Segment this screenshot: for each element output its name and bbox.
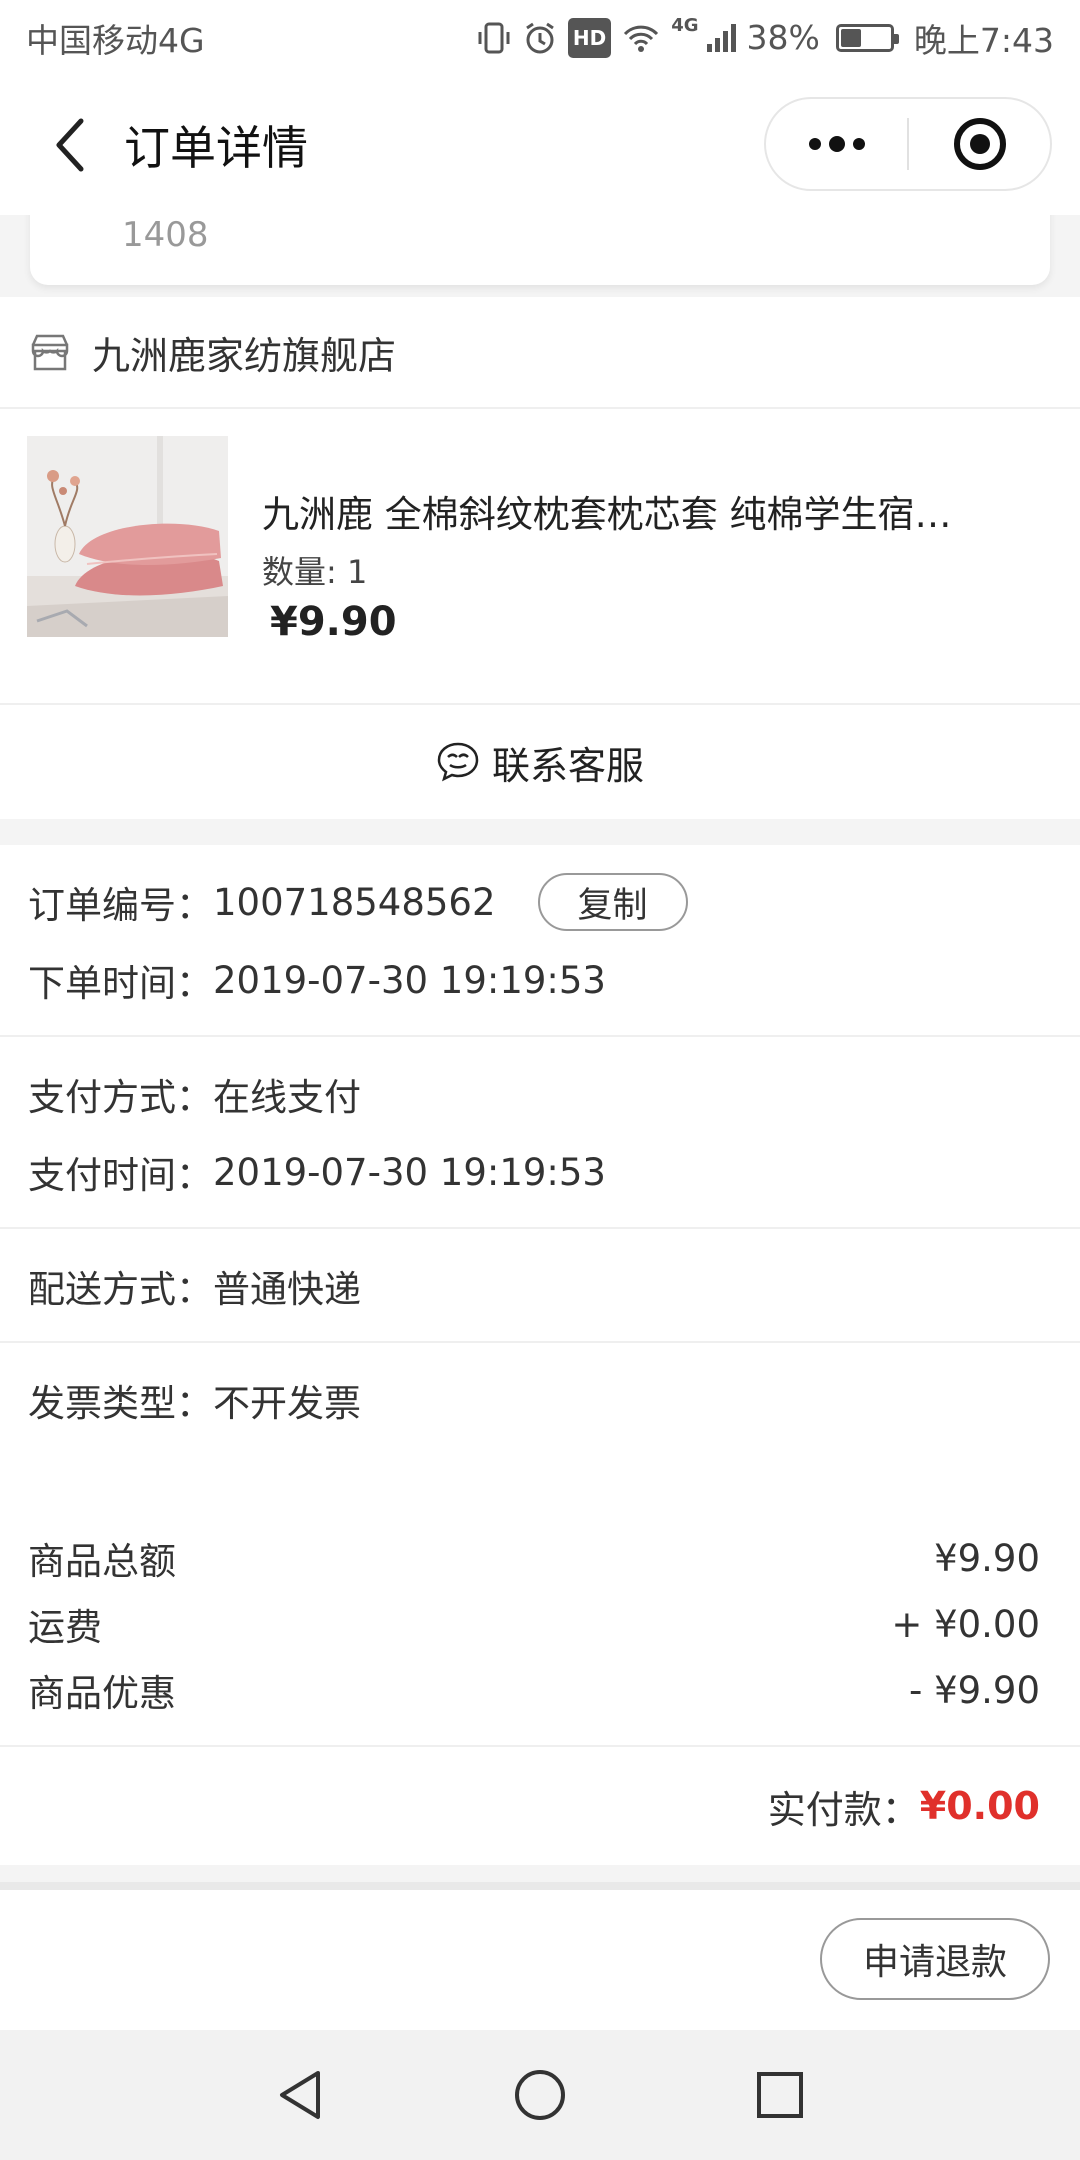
amount-list: 商品总额 ¥9.90 运费 + ¥0.00 商品优惠 - ¥9.90 [0, 1497, 1080, 1747]
chevron-left-icon [56, 118, 84, 172]
invoice-value: 不开发票 [213, 1382, 361, 1425]
copy-button[interactable]: 复制 [537, 873, 688, 931]
back-button[interactable] [36, 110, 106, 180]
battery-percent: 38% [746, 18, 820, 57]
freight-label: 运费 [28, 1606, 102, 1649]
triangle-back-icon [280, 2071, 320, 2119]
store-name: 九洲鹿家纺旗舰店 [92, 333, 397, 378]
discount-row: 商品优惠 - ¥9.90 [0, 1657, 1080, 1723]
battery-fill [840, 28, 861, 47]
more-button[interactable] [766, 99, 907, 189]
pay-time-row: 支付时间： 2019-07-30 19:19:53 [0, 1133, 1080, 1211]
order-basic-block: 订单编号： 100718548562 复制 下单时间： 2019-07-30 1… [0, 845, 1080, 1037]
system-nav-bar [0, 2030, 1080, 2160]
order-info-section: 订单编号： 100718548562 复制 下单时间： 2019-07-30 1… [0, 845, 1080, 1499]
invoice-key: 发票类型： [28, 1382, 213, 1425]
vibrate-icon [476, 18, 512, 58]
store-header[interactable]: 九洲鹿家纺旗舰店 [0, 297, 1080, 409]
system-recents-button[interactable] [745, 2060, 815, 2130]
pay-method-row: 支付方式： 在线支付 [0, 1055, 1080, 1133]
address-tail-text: 1408 [122, 215, 209, 255]
nav-bar: 订单详情 [0, 75, 1080, 215]
more-dots-icon [808, 136, 865, 152]
payment-block: 支付方式： 在线支付 支付时间： 2019-07-30 19:19:53 [0, 1037, 1080, 1229]
pay-method-value: 在线支付 [213, 1076, 361, 1119]
carrier-label: 中国移动4G [26, 20, 205, 60]
goods-total-value: ¥9.90 [934, 1536, 1040, 1580]
invoice-row: 发票类型： 不开发票 [0, 1361, 1080, 1439]
pay-method-key: 支付方式： [28, 1076, 213, 1119]
goods-item[interactable]: 九洲鹿 全棉斜纹枕套枕芯套 纯棉学生宿… 数量: 1 ¥9.90 [0, 409, 1080, 705]
product-quantity: 数量: 1 [262, 553, 368, 591]
store-icon [31, 334, 69, 371]
chat-smile-icon [437, 742, 479, 782]
discount-label: 商品优惠 [28, 1672, 176, 1715]
order-time-row: 下单时间： 2019-07-30 19:19:53 [0, 941, 1080, 1019]
signal-icon [705, 18, 737, 58]
square-recents-icon [757, 2072, 803, 2118]
order-number-value: 100718548562 [213, 880, 496, 924]
product-name: 九洲鹿 全棉斜纹枕套枕芯套 纯棉学生宿… [262, 493, 952, 536]
alarm-icon [522, 18, 558, 58]
store-section: 九洲鹿家纺旗舰店 九洲鹿 全棉斜纹枕套枕芯套 纯棉学生宿… 数量: 1 ¥9.9… [0, 297, 1080, 819]
pay-time-value: 2019-07-30 19:19:53 [213, 1150, 606, 1194]
target-close-icon [953, 118, 1006, 170]
pay-time-key: 支付时间： [28, 1154, 213, 1197]
order-number-key: 订单编号： [28, 884, 213, 927]
freight-value: + ¥0.00 [891, 1602, 1040, 1646]
paid-value: ¥0.00 [919, 1784, 1040, 1828]
page-content: 1408 九洲鹿家纺旗舰店 九洲鹿 全棉斜纹枕套枕芯套 纯棉学生宿… 数量: 1… [0, 215, 1080, 2030]
paid-label: 实付款： [767, 1787, 920, 1832]
invoice-block: 发票类型： 不开发票 [0, 1343, 1080, 1499]
product-image [27, 436, 228, 637]
delivery-row: 配送方式： 普通快递 [0, 1247, 1080, 1325]
wifi-icon [621, 18, 661, 58]
status-icons: HD 4G 38% 晚上7:43 [476, 14, 1054, 62]
address-card: 1408 [30, 215, 1050, 285]
contact-service-label: 联系客服 [491, 743, 644, 788]
order-time-key: 下单时间： [28, 962, 213, 1005]
contact-service-button[interactable]: 联系客服 [0, 705, 1080, 819]
amount-section: 商品总额 ¥9.90 运费 + ¥0.00 商品优惠 - ¥9.90 实付款： … [0, 1497, 1080, 1865]
miniprogram-capsule [764, 97, 1052, 191]
delivery-value: 普通快递 [213, 1268, 361, 1311]
product-price: ¥9.90 [270, 599, 397, 645]
bottom-action-bar: 申请退款 [0, 1882, 1080, 2030]
order-number-row: 订单编号： 100718548562 复制 [0, 863, 1080, 941]
refund-button[interactable]: 申请退款 [820, 1918, 1050, 2000]
system-back-button[interactable] [265, 2060, 335, 2130]
discount-value: - ¥9.90 [908, 1668, 1040, 1712]
hd-badge: HD [567, 17, 612, 58]
delivery-block: 配送方式： 普通快递 [0, 1229, 1080, 1343]
goods-total-row: 商品总额 ¥9.90 [0, 1525, 1080, 1591]
page-title: 订单详情 [124, 121, 308, 175]
order-time-value: 2019-07-30 19:19:53 [213, 958, 606, 1002]
delivery-key: 配送方式： [28, 1268, 213, 1311]
signal-type-label: 4G [671, 15, 699, 36]
freight-row: 运费 + ¥0.00 [0, 1591, 1080, 1657]
system-home-button[interactable] [505, 2060, 575, 2130]
battery-icon [835, 23, 899, 52]
clock: 晚上7:43 [913, 20, 1054, 60]
status-bar: 中国移动4G HD 4G 38% 晚上7:43 [0, 0, 1080, 75]
circle-home-icon [515, 2070, 565, 2120]
goods-total-label: 商品总额 [28, 1540, 176, 1583]
paid-row: 实付款： ¥0.00 [0, 1747, 1080, 1865]
close-miniprogram-button[interactable] [909, 99, 1050, 189]
